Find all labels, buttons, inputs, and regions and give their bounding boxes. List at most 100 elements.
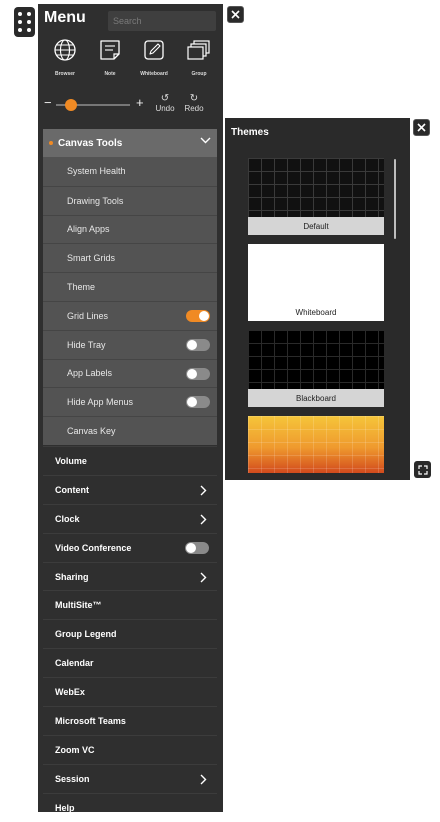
canvas-tools-item-drawing-tools[interactable]: Drawing Tools — [43, 185, 217, 215]
toggle-switch[interactable] — [185, 541, 209, 554]
menu-item-label: Clock — [55, 513, 80, 524]
menu-item-label: Calendar — [55, 658, 94, 669]
theme-label: Whiteboard — [295, 307, 337, 317]
menu-item-content[interactable]: Content — [43, 474, 217, 504]
menu-item-sharing[interactable]: Sharing — [43, 561, 217, 591]
menu-item-label: Content — [55, 484, 89, 495]
menu-item-help[interactable]: Help — [43, 792, 217, 822]
menu-title: Menu — [44, 9, 86, 26]
theme-sunset[interactable] — [248, 416, 384, 473]
group-icon — [187, 40, 210, 60]
canvas-tools-item-hide-app-menus[interactable]: Hide App Menus — [43, 387, 217, 416]
grip-dot — [18, 12, 22, 16]
menu-item-calendar[interactable]: Calendar — [43, 648, 217, 677]
canvas-tools-list: System Health Drawing Tools Align Apps Smar… — [43, 157, 217, 445]
grip-dot — [18, 20, 22, 24]
drag-handle[interactable] — [14, 7, 35, 37]
menu-item-label: Drawing Tools — [67, 195, 124, 206]
note-icon — [100, 40, 120, 60]
undo-button[interactable]: ↺ Undo — [152, 94, 178, 114]
whiteboard-app-button[interactable]: Whiteboard — [137, 38, 171, 77]
zoom-slider[interactable] — [56, 99, 130, 111]
group-app-button[interactable]: Group — [182, 38, 216, 77]
menu-item-multisite[interactable]: MultiSite™ — [43, 590, 217, 619]
grip-dot — [18, 28, 22, 32]
menu-item-label: Session — [55, 773, 90, 784]
canvas-tools-item-align-apps[interactable]: Align Apps — [43, 214, 217, 244]
menu-item-group-legend[interactable]: Group Legend — [43, 619, 217, 648]
canvas-tools-header[interactable]: Canvas Tools — [43, 129, 217, 157]
note-app-button[interactable]: Note — [93, 38, 127, 77]
menu-item-label: Group Legend — [55, 629, 117, 640]
menu-item-label: System Health — [67, 166, 126, 177]
app-launcher: Browser Note Whiteboard Group — [48, 38, 218, 84]
chevron-right-icon — [200, 572, 207, 583]
zoom-slider-knob[interactable] — [64, 99, 77, 111]
chevron-right-icon — [200, 774, 207, 785]
theme-default[interactable]: Default — [248, 158, 384, 235]
zoom-in-button[interactable]: + — [136, 95, 144, 110]
themes-panel: Themes Default Whiteboard Blackboard — [225, 118, 410, 480]
menu-item-clock[interactable]: Clock — [43, 503, 217, 533]
browser-app-button[interactable]: Browser — [48, 38, 82, 77]
globe-icon — [54, 39, 76, 61]
menu-item-label: WebEx — [55, 687, 85, 698]
redo-icon: ↻ — [189, 93, 199, 104]
chevron-down-icon — [200, 137, 211, 144]
toggle-switch[interactable] — [186, 309, 210, 322]
canvas-tools-item-grid-lines[interactable]: Grid Lines — [43, 300, 217, 330]
themes-close-button[interactable] — [413, 119, 430, 136]
redo-label: Redo — [184, 104, 204, 113]
close-icon — [417, 123, 426, 132]
close-icon — [231, 10, 240, 19]
canvas-tools-item-app-labels[interactable]: App Labels — [43, 358, 217, 388]
menu-item-label: Sharing — [55, 571, 89, 582]
grip-dot — [27, 28, 31, 32]
redo-button[interactable]: ↻ Redo — [181, 93, 207, 114]
toggle-switch[interactable] — [186, 367, 210, 380]
menu-list: Volume Content Clock Video Conference Sharin… — [43, 446, 217, 822]
theme-label: Default — [248, 217, 384, 235]
undo-label: Undo — [155, 104, 175, 113]
menu-item-volume[interactable]: Volume — [43, 446, 217, 475]
canvas-tools-item-hide-tray[interactable]: Hide Tray — [43, 329, 217, 359]
menu-item-label: Hide Tray — [67, 339, 106, 350]
themes-scrollbar[interactable] — [394, 159, 396, 239]
canvas-tools-item-smart-grids[interactable]: Smart Grids — [43, 243, 217, 272]
toggle-knob — [187, 368, 197, 379]
toggle-knob — [187, 397, 197, 408]
canvas-tools-item-theme[interactable]: Theme — [43, 272, 217, 301]
active-dot — [49, 141, 53, 145]
themes-title: Themes — [231, 127, 269, 138]
zoom-out-button[interactable]: − — [44, 95, 52, 110]
menu-item-label: Microsoft Teams — [55, 715, 126, 726]
app-label: Browser — [54, 71, 75, 77]
app-label: Group — [191, 71, 207, 77]
theme-blackboard[interactable]: Blackboard — [248, 330, 384, 407]
menu-close-button[interactable] — [227, 6, 244, 23]
toggle-switch[interactable] — [186, 396, 210, 409]
menu-item-video-conference[interactable]: Video Conference — [43, 532, 217, 562]
menu-item-label: Align Apps — [67, 224, 110, 235]
menu-item-label: Zoom VC — [55, 744, 95, 755]
menu-item-label: Grid Lines — [67, 310, 109, 321]
menu-item-label: Canvas Key — [67, 426, 116, 437]
grip-dot — [27, 12, 31, 16]
menu-item-session[interactable]: Session — [43, 763, 217, 793]
menu-item-label: Hide App Menus — [67, 397, 134, 408]
menu-item-webex[interactable]: WebEx — [43, 677, 217, 706]
menu-item-label: Theme — [67, 282, 96, 293]
theme-whiteboard[interactable]: Whiteboard — [248, 244, 384, 321]
menu-item-microsoft-teams[interactable]: Microsoft Teams — [43, 706, 217, 735]
canvas-tools-item-canvas-key[interactable]: Canvas Key — [43, 416, 217, 445]
menu-item-label: Video Conference — [55, 542, 132, 553]
search-input[interactable] — [108, 11, 216, 31]
zoom-row: − + ↺ Undo ↻ Redo — [44, 94, 219, 116]
app-label: Whiteboard — [140, 71, 168, 77]
toggle-switch[interactable] — [186, 338, 210, 351]
grip-dot — [27, 20, 31, 24]
toggle-knob — [187, 339, 197, 350]
menu-item-zoom-vc[interactable]: Zoom VC — [43, 734, 217, 764]
themes-resize-button[interactable] — [414, 461, 431, 478]
canvas-tools-item-system-health[interactable]: System Health — [43, 157, 217, 186]
